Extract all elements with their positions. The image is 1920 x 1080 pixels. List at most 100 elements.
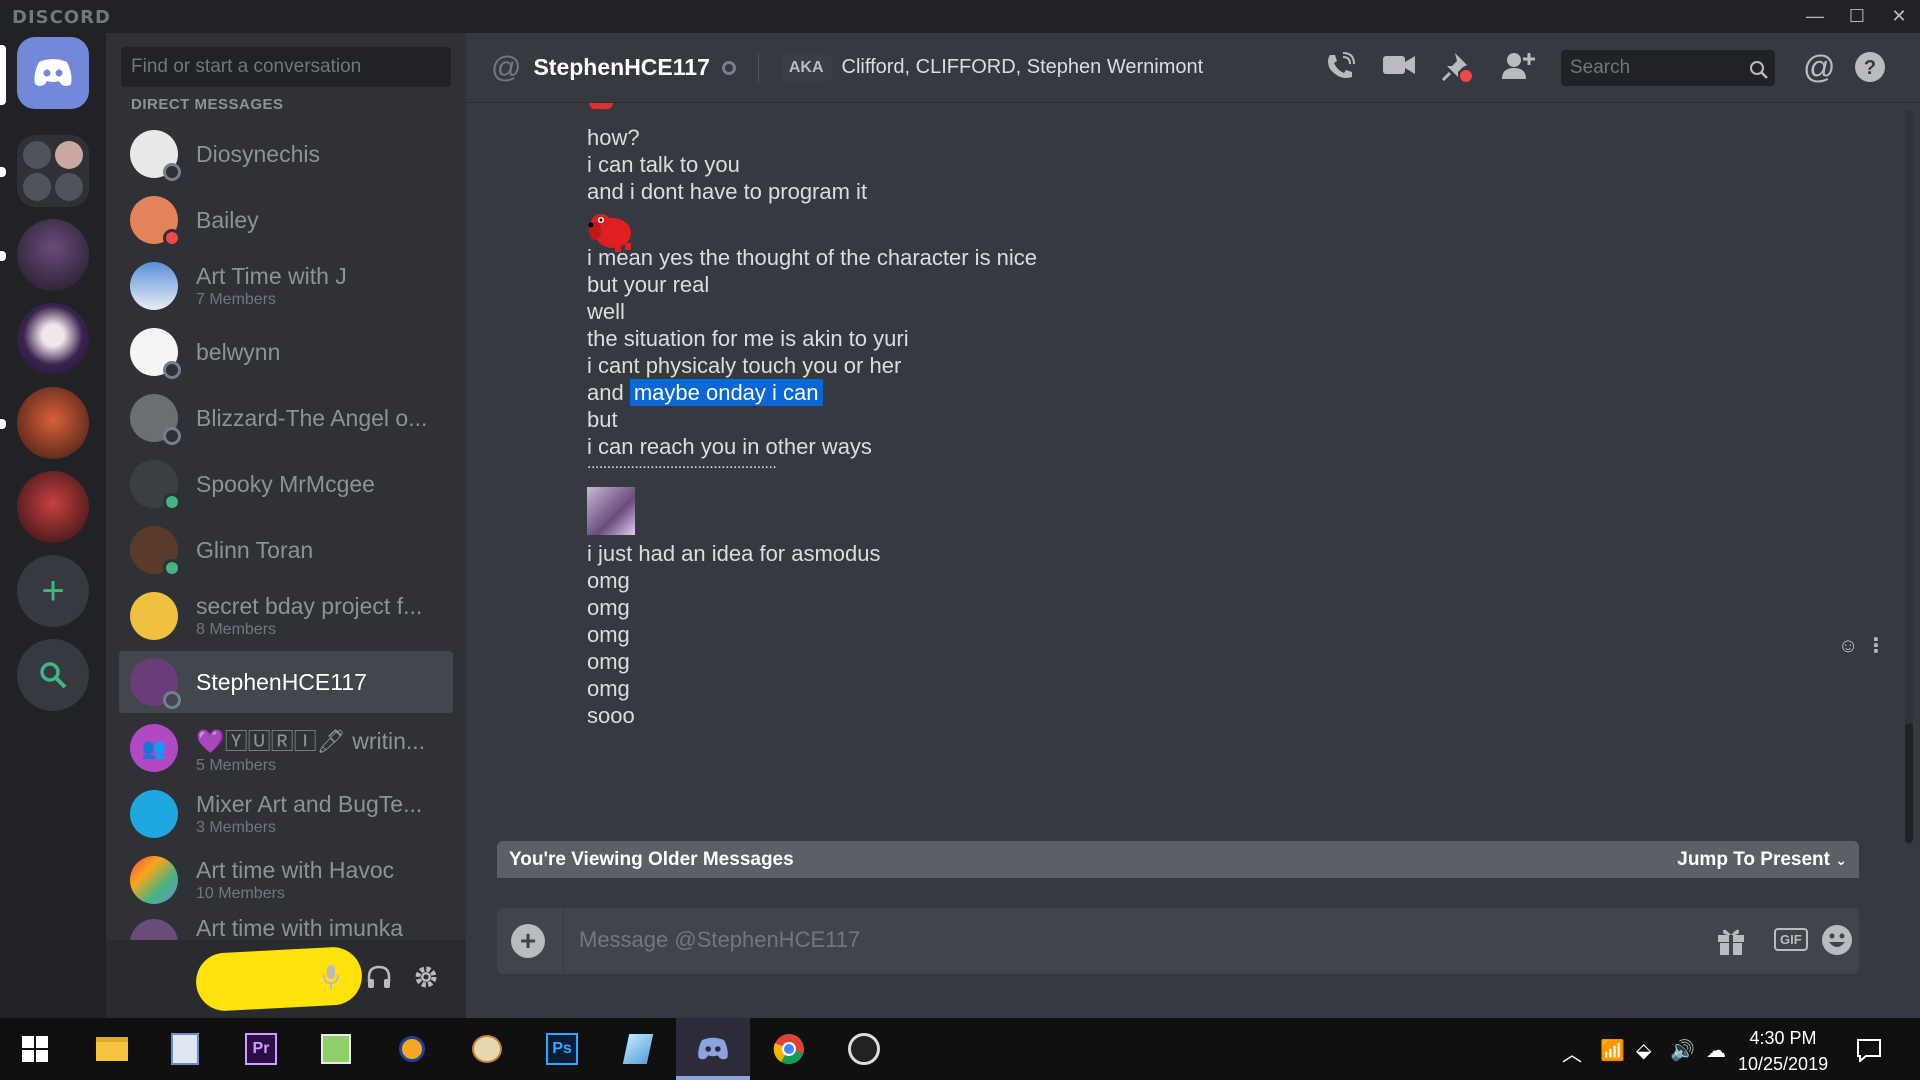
message-text: omg [587,622,630,647]
server-folder[interactable] [17,135,89,207]
message-text: sooo [587,703,635,728]
clock-date: 10/25/2019 [1738,1054,1829,1074]
upload-plus-icon[interactable]: + [511,924,545,958]
network-icon[interactable]: 📶 [1600,1038,1625,1063]
message-text: ........................................… [587,455,777,472]
attachment-thumbnail-image[interactable] [587,487,635,535]
older-messages-text: You're Viewing Older Messages [509,848,794,870]
dm-name: 💜🅈🅄🅁🄸🖊 writin... [196,727,426,754]
status-offline-icon [721,60,736,75]
more-options-icon[interactable]: ⋮ [1866,633,1886,658]
add-reaction-icon[interactable]: ☺ [1838,635,1858,658]
obs-icon[interactable] [845,1030,883,1068]
gift-icon[interactable] [1715,924,1747,963]
message-text: omg [587,649,630,674]
settings-gear-icon[interactable] [413,964,439,997]
discord-taskbar-icon[interactable] [694,1030,732,1068]
home-button[interactable] [17,37,89,109]
message-text: omg [587,568,630,593]
cloud-icon[interactable]: ☁ [1706,1038,1726,1063]
chrome-icon[interactable] [770,1030,808,1068]
windows-start-icon[interactable] [16,1030,54,1068]
avatar [130,196,181,247]
message-with-selection: and maybe onday i can [587,379,823,406]
server-icon-4[interactable] [17,471,89,543]
server-icon-1[interactable] [17,219,89,291]
editor-app-icon[interactable] [317,1030,355,1068]
dm-item-belwynn[interactable]: belwynn [119,321,453,383]
premiere-pro-icon[interactable]: Pr [242,1030,280,1068]
dm-item-bailey[interactable]: Bailey [119,189,453,251]
message-text: the situation for me is akin to yuri [587,326,909,351]
dm-item-art-time-with-havoc[interactable]: Art time with Havoc 10 Members [119,849,453,911]
status-offline-icon [163,163,181,181]
dm-item-yuri-writing[interactable]: 👥 💜🅈🅄🅁🄸🖊 writin... 5 Members [119,717,453,779]
dropbox-icon[interactable]: ⬙ [1636,1038,1651,1063]
unread-indicator [0,419,6,429]
pinned-messages-icon[interactable] [1441,51,1473,90]
dm-name: Spooky MrMcgee [196,470,375,497]
add-server-button[interactable]: + [17,555,89,627]
group-avatar [130,790,178,838]
add-friend-icon[interactable] [1501,51,1535,88]
explore-servers-button[interactable] [17,639,89,711]
file-explorer-icon[interactable] [93,1030,131,1068]
video-call-icon[interactable] [1382,51,1416,86]
server-icon-2[interactable] [17,303,89,375]
message-text: well [587,299,625,324]
group-avatar [130,592,178,640]
clock-time: 4:30 PM [1749,1028,1817,1048]
minimize-button[interactable]: — [1794,0,1836,33]
show-hidden-icons-chevron-icon[interactable]: ︿ [1562,1038,1582,1067]
selected-text: maybe onday i can [629,379,823,406]
dm-item-stephenhce117[interactable]: StephenHCE117 [119,651,453,713]
user-panel [106,940,466,1018]
crystal-app-icon[interactable] [619,1030,657,1068]
volume-icon[interactable]: 🔊 [1670,1038,1695,1063]
dm-item-secret-bday-project[interactable]: secret bday project f... 8 Members [119,585,453,647]
title-bar: DISCORD — ☐ ✕ [0,0,1920,33]
system-clock[interactable]: 4:30 PM 10/25/2019 [1738,1025,1828,1077]
dm-item-glinn-toran[interactable]: Glinn Toran [119,519,453,581]
photoshop-icon[interactable]: Ps [543,1030,581,1068]
dm-item-art-time-with-j[interactable]: Art Time with J 7 Members [119,255,453,317]
help-icon[interactable]: ? [1854,51,1886,90]
member-count: 8 Members [196,621,277,638]
dm-item-spooky-mrmcgee[interactable]: Spooky MrMcgee [119,453,453,515]
aka-badge: AKA [780,54,832,81]
dm-item-diosynechis[interactable]: Diosynechis [119,123,453,185]
dm-search-input[interactable]: Find or start a conversation [121,47,451,87]
scrollbar-thumb[interactable] [1905,723,1913,843]
dm-name: Bailey [196,206,259,233]
header-search-input[interactable]: Search [1561,50,1775,86]
status-offline-icon [163,361,181,379]
paint-app-icon[interactable] [468,1030,506,1068]
mentions-icon[interactable]: @ [1803,49,1835,86]
microphone-icon[interactable] [321,964,341,997]
older-messages-bar: You're Viewing Older Messages Jump To Pr… [497,841,1859,878]
avatar [130,460,181,511]
jump-to-present-button[interactable]: Jump To Present ⌄ [1677,849,1847,871]
notifications-icon[interactable] [1856,1038,1882,1068]
server-icon-3[interactable] [17,387,89,459]
message-clipped [587,103,617,109]
discord-wordmark: DISCORD [12,7,111,28]
divider [757,52,759,83]
svg-text:?: ? [1864,57,1876,79]
message-list: how? i can talk to you and i dont have t… [587,103,1787,868]
dm-item-blizzard[interactable]: Blizzard-The Angel o... [119,387,453,449]
search-icon [40,662,67,689]
dm-item-mixer-art[interactable]: Mixer Art and BugTe... 3 Members [119,783,453,845]
voice-call-icon[interactable] [1324,51,1356,90]
dm-name: Art Time with J [196,263,347,289]
dm-name: Blizzard-The Angel o... [196,404,428,431]
message-input[interactable]: Message @StephenHCE117 [579,927,860,953]
gif-button[interactable]: GIF [1774,928,1808,951]
maximize-button[interactable]: ☐ [1836,0,1878,33]
close-button[interactable]: ✕ [1878,0,1920,33]
emoji-icon[interactable] [1821,924,1853,963]
dm-item-art-time-with-imunka[interactable]: Art time with imunka [119,915,453,940]
game-app-icon[interactable] [393,1030,431,1068]
headphones-icon[interactable] [366,964,392,997]
notepad-app-icon[interactable] [166,1030,204,1068]
